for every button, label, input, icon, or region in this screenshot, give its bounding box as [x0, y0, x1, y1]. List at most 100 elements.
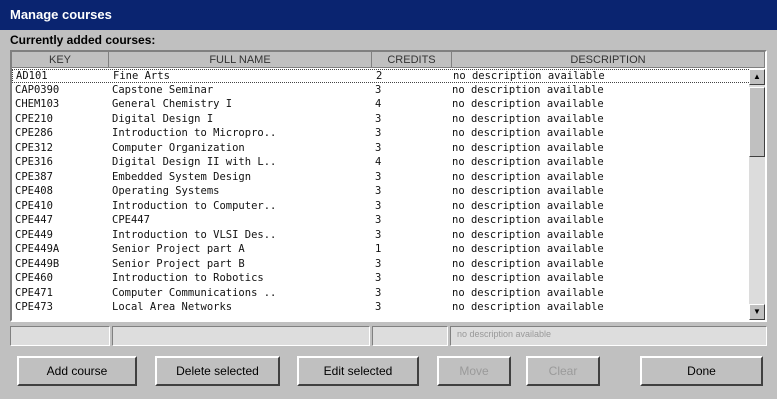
cell-full-name: Introduction to Robotics — [112, 272, 264, 284]
cell-full-name: General Chemistry I — [112, 98, 233, 110]
table-row[interactable]: CPE408 Operating Systems 3 no description a… — [12, 185, 765, 199]
table-row[interactable]: CPE410 Introduction to Computer.. 3 no desc… — [12, 200, 765, 214]
table-row[interactable]: CAP0390 Capstone Seminar 3 no description a… — [12, 84, 765, 98]
cell-full-name: Senior Project part B — [112, 257, 245, 270]
edit-description-field[interactable]: no description available — [450, 326, 767, 346]
cell-key: CPE316 — [15, 156, 53, 168]
cell-full-name: Introduction to Computer.. — [112, 199, 277, 212]
courses-table[interactable]: KEY FULL NAME CREDITS DESCRIPTION AD101 F… — [10, 50, 767, 322]
edit-name-field[interactable] — [112, 326, 370, 346]
cell-credits: 3 — [375, 199, 382, 212]
cell-description: no description available — [452, 83, 604, 96]
cell-key: CPE410 — [15, 199, 53, 212]
cell-credits: 3 — [375, 257, 382, 270]
cell-description: no description available — [452, 185, 604, 197]
table-row[interactable]: CPE286 Introduction to Micropro.. 3 no desc… — [12, 127, 765, 141]
cell-full-name: Digital Design I — [112, 112, 214, 125]
section-label: Currently added courses: — [10, 33, 156, 47]
cell-full-name: Capstone Seminar — [112, 83, 214, 96]
cell-key: CPE449A — [15, 243, 60, 255]
table-row[interactable]: CPE473 Local Area Networks 3 no description… — [12, 301, 765, 315]
cell-credits: 3 — [375, 301, 382, 313]
cell-description: no description available — [452, 170, 604, 183]
cell-full-name: Senior Project part A — [112, 243, 245, 255]
cell-key: CPE447 — [15, 214, 53, 226]
cell-key: CPE210 — [15, 112, 53, 125]
cell-key: CPE312 — [15, 141, 53, 154]
cell-credits: 3 — [375, 83, 382, 96]
cell-full-name: Digital Design II with L.. — [112, 156, 277, 168]
add-course-button[interactable]: Add course — [17, 356, 137, 386]
table-row[interactable]: CPE316 Digital Design II with L.. 4 no desc… — [12, 156, 765, 170]
cell-credits: 3 — [375, 127, 382, 139]
scroll-up-arrow-icon[interactable]: ▲ — [749, 69, 765, 85]
done-button[interactable]: Done — [640, 356, 763, 386]
cell-key: CPE449B — [15, 257, 60, 270]
table-row[interactable]: CPE447 CPE447 3 no description available — [12, 214, 765, 228]
table-row[interactable]: CHEM103 General Chemistry I 4 no descriptio… — [12, 98, 765, 112]
cell-description: no description available — [452, 257, 604, 270]
window-title: Manage courses — [0, 0, 777, 30]
cell-description: no description available — [452, 156, 604, 168]
cell-description: no description available — [452, 286, 604, 299]
column-header-key[interactable]: KEY — [12, 52, 109, 68]
cell-credits: 4 — [375, 156, 382, 168]
cell-full-name: Computer Communications .. — [112, 286, 277, 299]
cell-credits: 3 — [375, 141, 382, 154]
cell-description: no description available — [452, 228, 604, 241]
disabled-button-2[interactable]: Clear — [526, 356, 600, 386]
cell-credits: 3 — [375, 112, 382, 125]
cell-full-name: Introduction to VLSI Des.. — [112, 228, 277, 241]
column-header-description[interactable]: DESCRIPTION — [452, 52, 765, 68]
cell-key: CPE473 — [15, 301, 53, 313]
edit-credits-field[interactable] — [372, 326, 448, 346]
scroll-down-arrow-icon[interactable]: ▼ — [749, 304, 765, 320]
cell-description: no description available — [452, 301, 604, 313]
table-row[interactable]: CPE471 Computer Communications .. 3 no desc… — [12, 287, 765, 301]
cell-key: CPE460 — [15, 272, 53, 284]
cell-key: CAP0390 — [15, 83, 60, 96]
table-row[interactable]: AD101 Fine Arts 2 no description available — [12, 69, 765, 83]
cell-credits: 3 — [375, 272, 382, 284]
cell-key: CPE449 — [15, 228, 53, 241]
cell-description: no description available — [452, 98, 604, 110]
cell-full-name: Introduction to Micropro.. — [112, 127, 277, 139]
cell-description: no description available — [452, 243, 604, 255]
cell-credits: 3 — [375, 228, 382, 241]
cell-full-name: Computer Organization — [112, 141, 245, 154]
table-row[interactable]: CPE449B Senior Project part B 3 no descript… — [12, 258, 765, 272]
table-row[interactable]: CPE449A Senior Project part A 1 no descript… — [12, 243, 765, 257]
cell-credits: 1 — [375, 243, 382, 255]
cell-description: no description available — [452, 272, 604, 284]
delete-selected-button[interactable]: Delete selected — [155, 356, 280, 386]
disabled-button-1[interactable]: Move — [437, 356, 511, 386]
cell-credits: 3 — [375, 170, 382, 183]
cell-full-name: Local Area Networks — [112, 301, 233, 313]
table-row[interactable]: CPE387 Embedded System Design 3 no descript… — [12, 171, 765, 185]
cell-key: CPE387 — [15, 170, 53, 183]
scrollbar-thumb[interactable] — [749, 87, 765, 157]
table-row[interactable]: CPE449 Introduction to VLSI Des.. 3 no desc… — [12, 229, 765, 243]
cell-description: no description available — [452, 214, 604, 226]
cell-key: CHEM103 — [15, 98, 60, 110]
cell-description: no description available — [452, 199, 604, 212]
vertical-scrollbar[interactable]: ▲ ▼ — [749, 69, 765, 320]
cell-description: no description available — [452, 127, 604, 139]
cell-full-name: Operating Systems — [112, 185, 220, 197]
table-row[interactable]: CPE312 Computer Organization 3 no descripti… — [12, 142, 765, 156]
edit-selected-button[interactable]: Edit selected — [297, 356, 419, 386]
edit-key-field[interactable] — [10, 326, 110, 346]
table-header: KEY FULL NAME CREDITS DESCRIPTION — [12, 52, 765, 68]
cell-key: CPE471 — [15, 286, 53, 299]
column-header-credits[interactable]: CREDITS — [372, 52, 452, 68]
cell-credits: 3 — [375, 214, 382, 226]
cell-credits: 2 — [376, 70, 383, 82]
table-row[interactable]: CPE210 Digital Design I 3 no description av… — [12, 113, 765, 127]
table-row[interactable]: CPE460 Introduction to Robotics 3 no descri… — [12, 272, 765, 286]
cell-credits: 3 — [375, 185, 382, 197]
column-header-full-name[interactable]: FULL NAME — [109, 52, 372, 68]
cell-full-name: Fine Arts — [113, 70, 170, 82]
cell-description: no description available — [452, 112, 604, 125]
cell-key: CPE408 — [15, 185, 53, 197]
cell-full-name: CPE447 — [112, 214, 150, 226]
